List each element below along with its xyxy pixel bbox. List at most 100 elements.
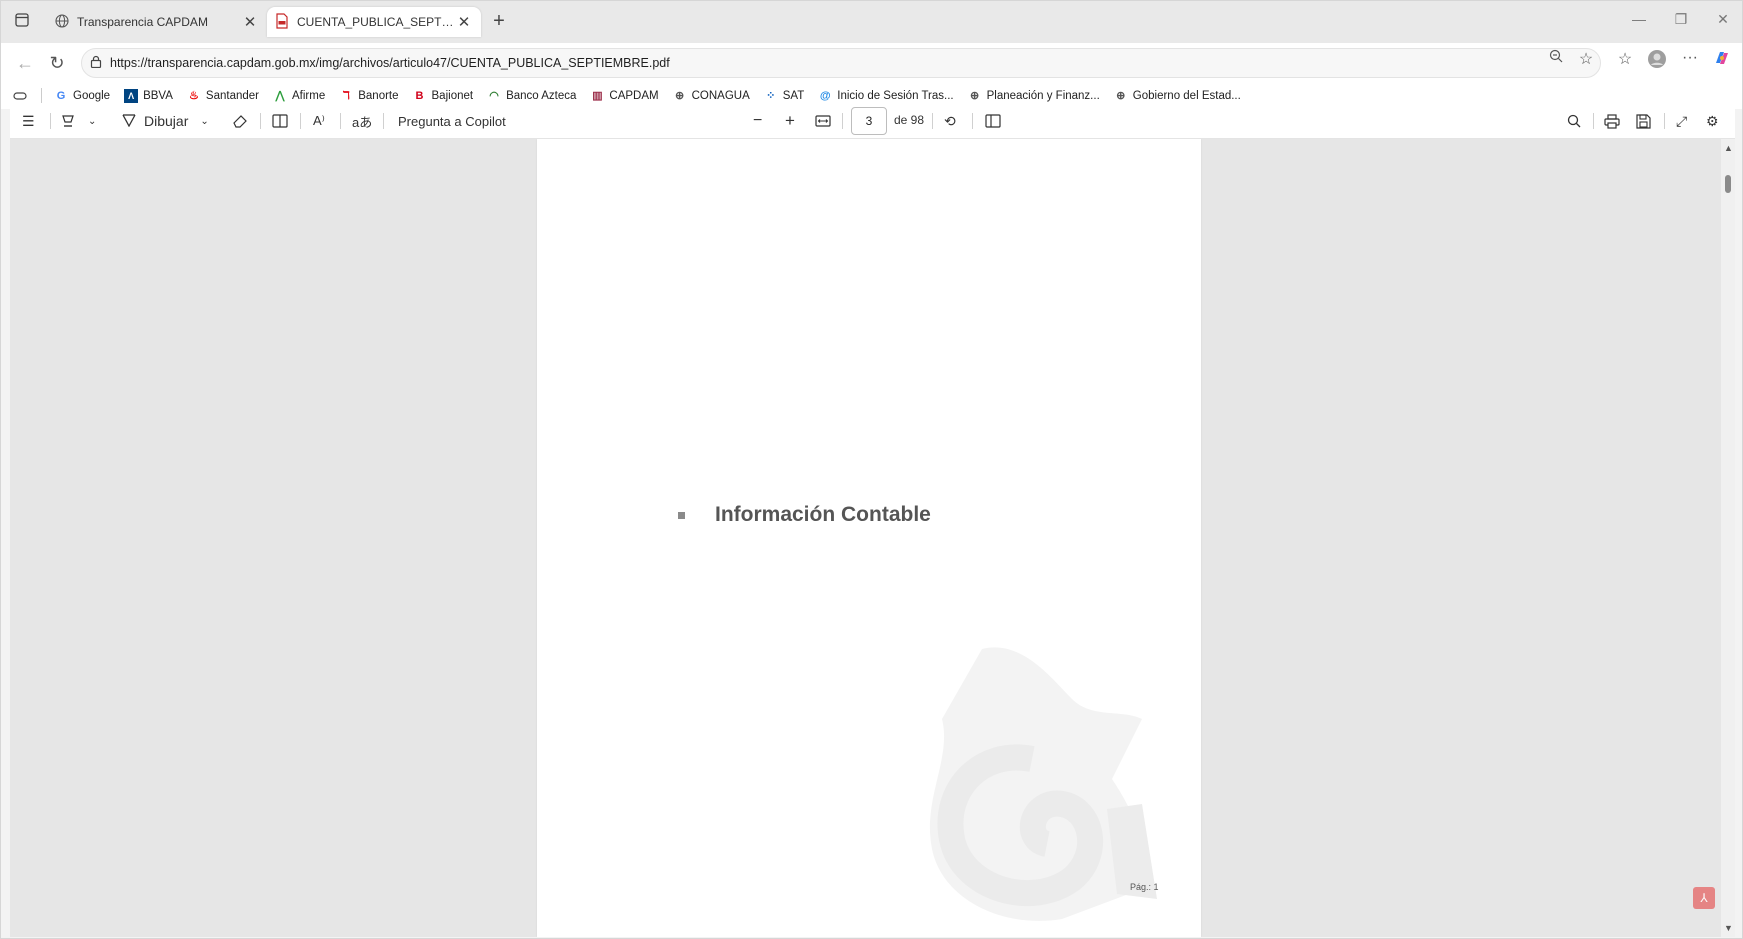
page-view-icon[interactable] [272, 109, 288, 133]
pdf-viewer[interactable]: Información Contable Pág.: 1 ⅄ ▲ ▼ [10, 139, 1735, 937]
scroll-up-arrow-icon[interactable]: ▲ [1724, 143, 1733, 153]
tab-title: CUENTA_PUBLICA_SEPTIEMBRE.pdf [297, 15, 455, 29]
toolbar-separator [1593, 113, 1594, 129]
chevron-down-icon[interactable]: ⌄ [88, 109, 96, 133]
bookmark-afirme[interactable]: ⋀ Afirme [273, 89, 325, 103]
close-tab-icon[interactable]: ✕ [241, 13, 259, 31]
page-number-input[interactable]: 3 [851, 107, 887, 135]
two-page-view-icon[interactable] [985, 109, 1001, 133]
settings-gear-icon[interactable]: ⚙ [1706, 109, 1719, 133]
bajionet-icon: B [415, 90, 424, 102]
profile-avatar-icon[interactable] [1647, 49, 1667, 74]
close-window-icon[interactable]: ✕ [1713, 11, 1733, 28]
draw-button[interactable]: Dibujar ⌄ [122, 109, 209, 133]
bookmark-santander[interactable]: ♨ Santander [187, 89, 259, 103]
navigation-bar: ← ↻ https://transparencia.capdam.gob.mx/… [1, 43, 1742, 83]
page-heading: Información Contable [715, 503, 931, 526]
toolbar-separator [842, 113, 843, 129]
favorites-icon[interactable]: ☆ [1615, 49, 1635, 69]
afirme-icon: ⋀ [275, 90, 285, 102]
bookmark-inicio-sesion[interactable]: @ Inicio de Sesión Tras... [818, 89, 954, 103]
more-options-icon[interactable]: ··· [1680, 49, 1700, 67]
new-tab-button[interactable]: + [487, 10, 511, 33]
bookmark-label: SAT [782, 90, 805, 102]
bookmark-label: Santander [205, 90, 259, 102]
lock-icon [82, 55, 110, 71]
bookmark-planeacion[interactable]: ⊕ Planeación y Finanz... [968, 89, 1100, 103]
url-text: https://transparencia.capdam.gob.mx/img/… [110, 56, 670, 70]
read-aloud-icon[interactable]: A⁾ [313, 109, 325, 133]
bookmark-banco-azteca[interactable]: ◠ Banco Azteca [487, 89, 576, 103]
close-tab-icon[interactable]: ✕ [455, 13, 473, 31]
globe-icon [55, 13, 69, 31]
minimize-icon[interactable]: — [1629, 11, 1649, 27]
translate-icon[interactable]: aあ [352, 109, 372, 133]
toolbar-separator [932, 113, 933, 129]
toolbar-separator [260, 113, 261, 129]
highlight-icon[interactable] [60, 109, 76, 133]
bookmark-label: Planeación y Finanz... [986, 90, 1100, 102]
banorte-icon: ℸ [342, 90, 350, 102]
bookmark-label: BBVA [143, 90, 173, 102]
contents-list-icon[interactable]: ☰ [22, 109, 35, 133]
bookmark-capdam[interactable]: ▥ CAPDAM [590, 89, 658, 103]
bookmark-sat[interactable]: ⁘ SAT [764, 89, 805, 103]
capdam-icon: ▥ [592, 90, 603, 102]
bookmark-conagua[interactable]: ⊕ CONAGUA [673, 89, 750, 103]
sat-icon: ⁘ [766, 90, 776, 102]
toolbar-separator [340, 113, 341, 129]
pdf-icon [275, 12, 289, 32]
tab-transparencia[interactable]: Transparencia CAPDAM ✕ [47, 7, 267, 37]
save-icon[interactable] [1636, 109, 1651, 133]
draw-label: Dibujar [144, 113, 189, 129]
globe-icon: ⊕ [970, 90, 980, 102]
bookmark-bbva[interactable]: Λ BBVA [124, 89, 173, 103]
ask-copilot-button[interactable]: Pregunta a Copilot [398, 109, 506, 133]
acrobat-icon[interactable]: ⅄ [1693, 887, 1715, 909]
bookmark-google[interactable]: G Google [54, 89, 110, 103]
restore-icon[interactable]: ❐ [1671, 11, 1691, 28]
fit-width-icon[interactable] [815, 109, 831, 133]
bbva-icon: Λ [124, 89, 139, 103]
bullet-marker [678, 512, 685, 519]
favorite-star-icon[interactable]: ☆ [1576, 49, 1596, 69]
address-bar[interactable]: https://transparencia.capdam.gob.mx/img/… [81, 48, 1601, 78]
refresh-icon[interactable]: ↻ [45, 51, 69, 75]
login-icon: @ [819, 90, 831, 102]
toolbar-separator [300, 113, 301, 129]
fullscreen-icon[interactable]: ⤢ [1676, 109, 1687, 133]
tab-actions-icon[interactable] [15, 13, 37, 31]
bookmark-separator [41, 88, 42, 104]
bookmark-bajionet[interactable]: B Bajionet [413, 89, 474, 103]
vertical-scrollbar[interactable]: ▲ ▼ [1721, 139, 1735, 937]
google-icon: G [56, 90, 66, 102]
bookmark-label: CONAGUA [691, 90, 750, 102]
globe-icon: ⊕ [1116, 90, 1126, 102]
copilot-icon[interactable] [1712, 49, 1732, 72]
toolbar-separator [972, 113, 973, 129]
zoom-out-button[interactable]: − [753, 109, 762, 133]
back-icon[interactable]: ← [13, 51, 37, 75]
bookmark-label: Gobierno del Estad... [1132, 90, 1241, 102]
tab-cuenta-publica[interactable]: CUENTA_PUBLICA_SEPTIEMBRE.pdf ✕ [267, 7, 481, 37]
toolbar-separator [383, 113, 384, 129]
bookmark-label: Banco Azteca [506, 90, 577, 102]
bookmark-label: Google [73, 90, 111, 102]
tab-strip: Transparencia CAPDAM ✕ CUENTA_PUBLICA_SE… [1, 1, 1742, 43]
globe-icon: ⊕ [675, 90, 685, 102]
bookmark-banorte[interactable]: ℸ Banorte [339, 89, 399, 103]
print-icon[interactable] [1604, 109, 1620, 133]
bookmark-gobierno[interactable]: ⊕ Gobierno del Estad... [1114, 89, 1241, 103]
bookmark-label: Afirme [292, 90, 326, 102]
pdf-page: Información Contable Pág.: 1 [537, 139, 1201, 937]
scroll-down-arrow-icon[interactable]: ▼ [1724, 923, 1733, 933]
zoom-in-button[interactable]: + [785, 109, 795, 133]
chevron-down-icon: ⌄ [200, 115, 209, 127]
bookmark-label: CAPDAM [609, 90, 659, 102]
reading-list-icon[interactable] [13, 90, 27, 102]
eraser-icon[interactable] [232, 109, 248, 133]
scrollbar-thumb[interactable] [1725, 175, 1731, 193]
zoom-out-icon[interactable] [1546, 49, 1566, 68]
rotate-icon[interactable]: ⟲ [944, 109, 956, 133]
search-icon[interactable] [1567, 109, 1581, 133]
